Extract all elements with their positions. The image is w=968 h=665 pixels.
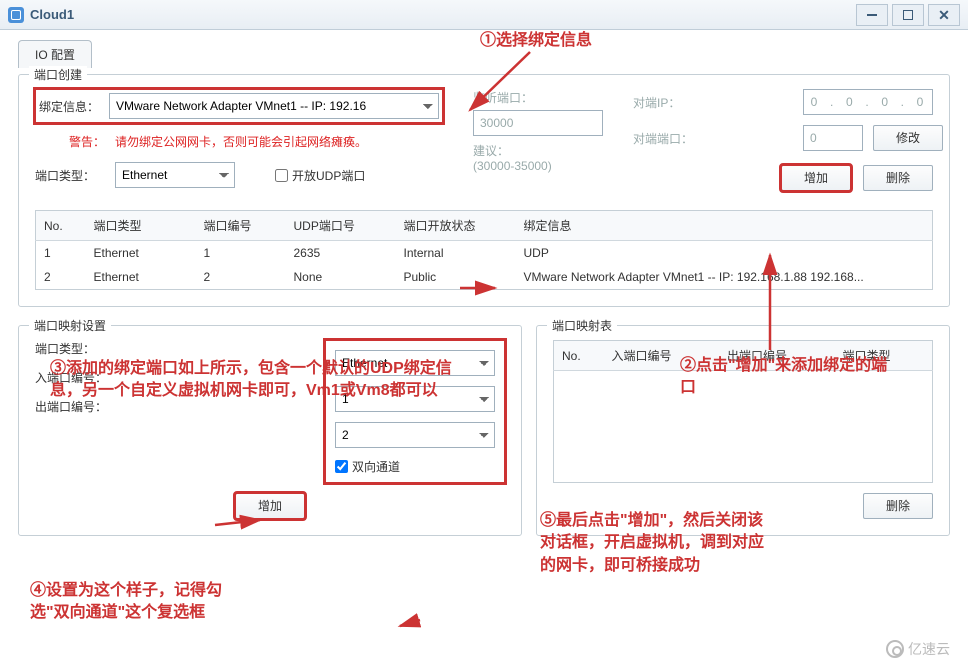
cell-bind: VMware Network Adapter VMnet1 -- IP: 192… (516, 265, 933, 290)
add-port-button[interactable]: 增加 (781, 165, 851, 191)
delete-port-button[interactable]: 删除 (863, 165, 933, 191)
map-type-select[interactable]: Ethernet (335, 350, 495, 376)
hint-range: (30000-35000) (473, 159, 603, 173)
listen-column: 监听端口： 建议： (30000-35000) (473, 89, 603, 198)
map-out-label: 出端口编号： (35, 398, 145, 415)
map-in-label: 入端口编号： (35, 369, 145, 386)
map-out-select[interactable]: 2 (335, 422, 495, 448)
annotation-4: ④设置为这个样子，记得勾选"双向通道"这个复选框 (30, 580, 230, 625)
window-title: Cloud1 (30, 7, 852, 22)
th-type: 端口类型 (86, 211, 196, 241)
cell-state: Public (396, 265, 516, 290)
cell-portno: 2 (196, 265, 286, 290)
th-no: No. (36, 211, 86, 241)
port-creation-group: 端口创建 绑定信息： VMware Network Adapter VMnet1… (18, 74, 950, 307)
mth-out: 出端口编号 (719, 341, 834, 371)
th-portno: 端口编号 (196, 211, 286, 241)
close-button[interactable]: ✕ (928, 4, 960, 26)
th-state: 端口开放状态 (396, 211, 516, 241)
bind-row: 绑定信息： VMware Network Adapter VMnet1 -- I… (35, 89, 443, 123)
port-map-settings-group: 端口映射设置 端口类型： 入端口编号： 出端口编号： Ethernet 1 2 … (18, 325, 522, 536)
mth-type: 端口类型 (834, 341, 932, 371)
map-add-button[interactable]: 增加 (235, 493, 305, 519)
cell-type: Ethernet (86, 241, 196, 266)
peer-column: 对端IP： 对端端口： 修改 增加 删除 (633, 89, 933, 198)
warn-label: 警告： (35, 133, 105, 150)
port-map-table-group: 端口映射表 No. 入端口编号 出端口编号 端口类型 删除 (536, 325, 950, 536)
peer-ip-label: 对端IP： (633, 94, 793, 111)
map-delete-button[interactable]: 删除 (863, 493, 933, 519)
port-map-inputs: Ethernet 1 2 双向通道 (325, 340, 505, 483)
table-row[interactable]: 1Ethernet12635InternalUDP (36, 241, 933, 266)
port-type-select[interactable]: Ethernet (115, 162, 235, 188)
modify-button[interactable]: 修改 (873, 125, 943, 151)
watermark: 亿速云 (886, 639, 950, 659)
warn-text: 请勿绑定公网网卡，否则可能会引起网络瘫痪。 (115, 133, 367, 150)
th-udp: UDP端口号 (286, 211, 396, 241)
minimize-button[interactable] (856, 4, 888, 26)
table-row[interactable]: 2Ethernet2NonePublicVMware Network Adapt… (36, 265, 933, 290)
peer-port-label: 对端端口： (633, 130, 793, 147)
duplex-checkbox[interactable] (335, 460, 348, 473)
cell-state: Internal (396, 241, 516, 266)
open-udp-check[interactable]: 开放UDP端口 (275, 167, 365, 184)
open-udp-label: 开放UDP端口 (292, 167, 365, 184)
cell-udp: None (286, 265, 396, 290)
th-bind: 绑定信息 (516, 211, 933, 241)
watermark-icon (886, 640, 904, 658)
cell-type: Ethernet (86, 265, 196, 290)
peer-ip-input (803, 89, 933, 115)
cell-no: 2 (36, 265, 86, 290)
duplex-label: 双向通道 (352, 458, 400, 475)
port-map-labels: 端口类型： 入端口编号： 出端口编号： (35, 340, 305, 415)
map-in-select[interactable]: 1 (335, 386, 495, 412)
listen-input (473, 110, 603, 136)
mth-no: No. (554, 341, 604, 371)
cell-no: 1 (36, 241, 86, 266)
port-map-table-legend: 端口映射表 (547, 317, 617, 334)
listen-label: 监听端口： (473, 89, 603, 106)
cell-udp: 2635 (286, 241, 396, 266)
duplex-check[interactable]: 双向通道 (335, 458, 495, 475)
hint-label: 建议： (473, 142, 603, 159)
peer-port-input (803, 125, 863, 151)
watermark-text: 亿速云 (908, 639, 950, 659)
maximize-icon (903, 10, 913, 20)
map-type-label: 端口类型： (35, 340, 145, 357)
open-udp-checkbox[interactable] (275, 169, 288, 182)
minimize-icon (867, 14, 877, 16)
port-map-settings-legend: 端口映射设置 (29, 317, 111, 334)
cell-bind: UDP (516, 241, 933, 266)
port-creation-legend: 端口创建 (29, 66, 87, 83)
port-type-label: 端口类型： (35, 167, 105, 184)
port-table: No. 端口类型 端口编号 UDP端口号 端口开放状态 绑定信息 1Ethern… (35, 210, 933, 290)
close-icon: ✕ (938, 8, 950, 22)
titlebar: Cloud1 ✕ (0, 0, 968, 30)
port-map-table: No. 入端口编号 出端口编号 端口类型 (553, 340, 933, 483)
bind-select[interactable]: VMware Network Adapter VMnet1 -- IP: 192… (109, 93, 439, 119)
cell-portno: 1 (196, 241, 286, 266)
tab-io-config[interactable]: IO 配置 (18, 40, 92, 68)
mth-in: 入端口编号 (604, 341, 719, 371)
maximize-button[interactable] (892, 4, 924, 26)
bind-label: 绑定信息： (39, 98, 99, 115)
app-icon (8, 7, 24, 23)
